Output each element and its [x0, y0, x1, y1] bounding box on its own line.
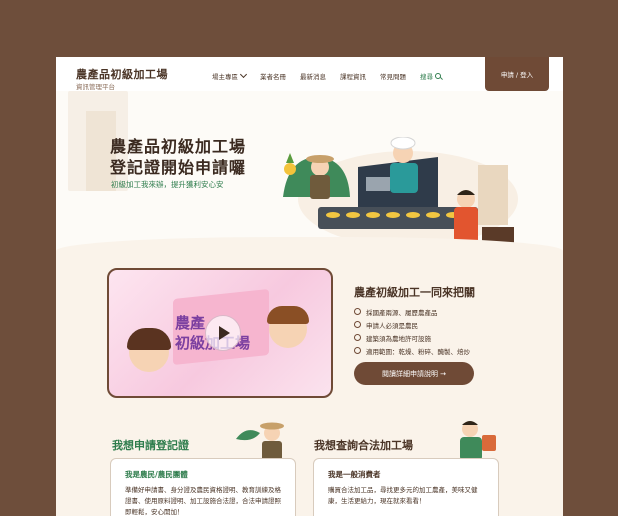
list-item: 適用範圍：乾燥、粉碎、醃製、焙炒	[354, 344, 470, 357]
nav-item-courses[interactable]: 課程資訊	[340, 71, 366, 81]
video-title: 農產	[175, 314, 206, 332]
hero-title: 登記證開始申請囉	[110, 158, 247, 177]
nav-item-label: 搜尋	[420, 73, 433, 81]
intro-video[interactable]: 農產 初級加工場	[107, 268, 333, 398]
read-details-button[interactable]: 閱讀詳細申請說明 →	[354, 362, 474, 385]
list-item-text: 適用範圍：乾燥、粉碎、醃製、焙炒	[366, 347, 470, 356]
play-icon[interactable]	[205, 315, 241, 351]
list-item: 建築須為農地許可設施	[354, 331, 470, 344]
card-body: 購買合法加工品，尋找更多元的加工農產，美味又健康，生活更給力，現在就來看看！	[328, 486, 478, 505]
nav-item-label: 場主專區	[212, 73, 238, 81]
nav-item-label: 最新消息	[300, 73, 326, 81]
boy-hair	[267, 306, 309, 324]
consumer-illustration	[460, 421, 496, 461]
card-title: 我是農民/農民團體	[125, 470, 188, 479]
farmer-illustration	[236, 422, 284, 461]
hero-subtitle: 初級加工我來辦，提升獲利安心安	[111, 180, 224, 189]
key-icon	[354, 347, 361, 354]
nav-item-label: 常見問題	[380, 73, 406, 81]
nav-item-label: 業者名冊	[260, 73, 286, 81]
nav-item-search[interactable]: 搜尋	[420, 71, 441, 81]
login-button[interactable]: 申請 / 登入	[485, 57, 549, 91]
info-title: 農產初級加工一同來把關	[354, 286, 475, 299]
consumer-card[interactable]: 我是一般消費者 購買合法加工品，尋找更多元的加工農產，美味又健康，生活更給力，現…	[313, 458, 499, 516]
nav-item-owner-zone[interactable]: 場主專區	[212, 70, 248, 81]
chevron-down-icon	[239, 70, 248, 79]
list-item-text: 申請人必須是農民	[366, 321, 418, 330]
search-icon	[435, 73, 441, 79]
nav-item-faq[interactable]: 常見問題	[380, 71, 406, 81]
list-item-text: 採國產兩源、履歷農產品	[366, 308, 438, 317]
nav-item-registry[interactable]: 業者名冊	[260, 71, 286, 81]
site-header: 農產品初級加工場 資訊管理平台 場主專區 業者名冊 最新消息 課程資訊 常見問題…	[56, 57, 563, 91]
card-title: 我是一般消費者	[328, 470, 381, 479]
farmer-card[interactable]: 我是農民/農民團體 準備好申請書、身分證及農民資格證明、教育訓練及格證書、使用原…	[110, 458, 296, 516]
requirements-list: 採國產兩源、履歷農產品 申請人必須是農民 建築須為農地許可設施 適用範圍：乾燥、…	[354, 305, 470, 357]
main-nav: 場主專區 業者名冊 最新消息 課程資訊 常見問題 搜尋	[212, 70, 455, 81]
list-item-text: 建築須為農地許可設施	[366, 334, 431, 343]
card-body: 準備好申請書、身分證及農民資格證明、教育訓練及格證書、使用原料證明、加工設施合法…	[125, 486, 281, 516]
nav-item-label: 課程資訊	[340, 73, 366, 81]
girl-hair	[127, 328, 171, 350]
hero-section: 農產品初級加工場 登記證開始申請囉 初級加工我來辦，提升獲利安心安	[56, 91, 563, 249]
key-icon	[354, 308, 361, 315]
list-item: 採國產兩源、履歷農產品	[354, 305, 470, 318]
logo-title[interactable]: 農產品初級加工場	[76, 66, 168, 82]
page: 農產品初級加工場 資訊管理平台 場主專區 業者名冊 最新消息 課程資訊 常見問題…	[56, 57, 563, 516]
apply-section-title: 我想申請登記證	[112, 439, 189, 452]
list-item: 申請人必須是農民	[354, 318, 470, 331]
key-icon	[354, 334, 361, 341]
nav-item-news[interactable]: 最新消息	[300, 71, 326, 81]
logo-subtitle: 資訊管理平台	[76, 83, 115, 91]
search-section-title: 我想查詢合法加工場	[314, 439, 413, 452]
key-icon	[354, 321, 361, 328]
